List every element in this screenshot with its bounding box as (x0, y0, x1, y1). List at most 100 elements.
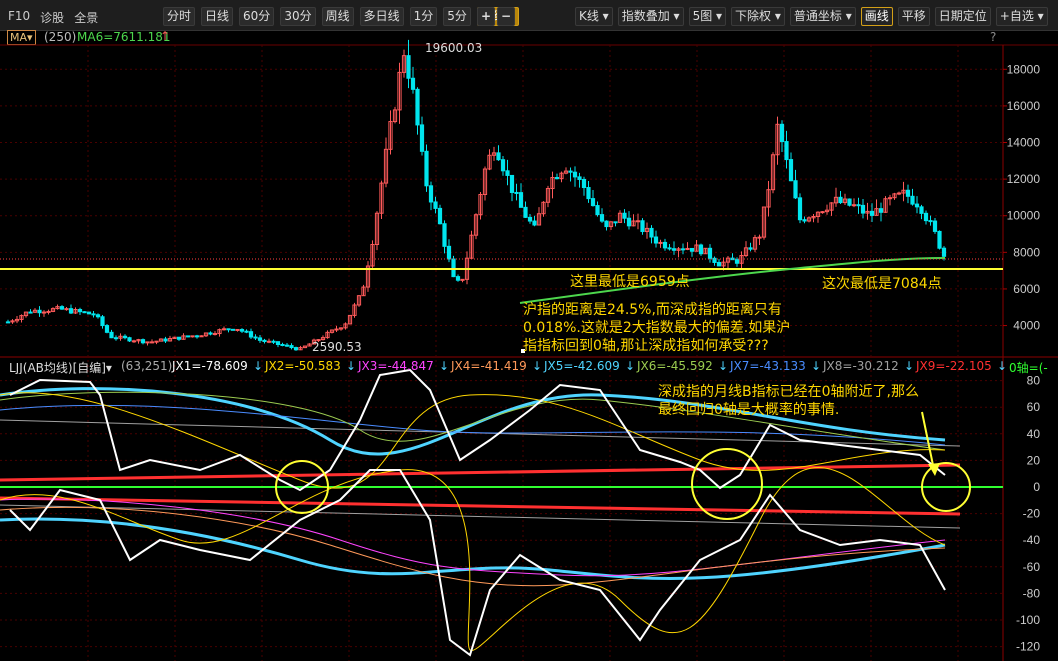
annotation-low-6959: 这里最低是6959点 (570, 274, 690, 290)
candle-body (896, 192, 902, 195)
candle-body (230, 328, 236, 331)
candle-body (523, 206, 528, 218)
indicator-tick-label: 0 (1033, 480, 1040, 494)
candle-body (64, 308, 69, 311)
candle-body (433, 201, 438, 209)
candle-body (406, 55, 411, 79)
candle-body (671, 248, 677, 251)
candle-body (509, 174, 515, 193)
indicator-tick-label: -80 (1023, 586, 1041, 600)
candle-body (284, 344, 290, 347)
candle-body (248, 331, 254, 338)
candle-body (257, 337, 263, 341)
candle-body (253, 336, 258, 339)
candle-body (244, 330, 249, 333)
indicator-tick-label: -60 (1023, 560, 1041, 574)
candle-body (869, 210, 875, 216)
candle-body (838, 196, 843, 204)
down-arrow-icon: ↓ (625, 359, 636, 373)
candle-body (280, 344, 285, 347)
candle-body (662, 241, 668, 249)
candle-body (68, 308, 74, 314)
candle-body (788, 159, 794, 182)
candle-body (28, 311, 33, 314)
down-arrow-icon: ↓ (439, 359, 450, 373)
jx1-lower-line (9, 469, 946, 657)
indicator-value-1: JX1=-78.609 (172, 359, 248, 373)
candle-body (41, 311, 47, 314)
indicator-tick-label: 40 (1027, 427, 1041, 441)
candle-body (455, 276, 461, 281)
down-arrow-icon: ↓ (253, 359, 264, 373)
candle-body (185, 335, 191, 338)
price-tick-label: 6000 (1013, 282, 1040, 296)
candle-body (581, 178, 587, 189)
candle-body (622, 212, 627, 219)
indicator-tick-label: -100 (1016, 613, 1040, 627)
jx8-lower-line (0, 504, 961, 529)
high-price-label: 19600.03 (425, 41, 483, 55)
candle-body (334, 328, 339, 331)
candle-body (797, 197, 803, 221)
candle-body (262, 339, 267, 343)
down-arrow-icon: ↓ (346, 359, 357, 373)
candle-body (496, 152, 501, 161)
candle-body (266, 340, 272, 343)
candle-body (577, 176, 582, 180)
indicator-tick-label: -120 (1016, 640, 1040, 654)
candle-body (635, 220, 641, 223)
indicator-value-4: JX4=-41.419 (451, 359, 527, 373)
candle-body (424, 150, 429, 187)
candle-body (923, 212, 929, 222)
candle-body (793, 180, 798, 199)
candle-body (878, 208, 884, 213)
candle-body (910, 195, 915, 205)
candle-body (86, 311, 92, 315)
candle-body (820, 211, 825, 214)
candle-body (937, 230, 942, 249)
jx2-lower-line (0, 467, 946, 651)
candle-body (104, 325, 110, 333)
indicator-tick-label: 60 (1027, 400, 1041, 414)
candle-body (689, 247, 695, 252)
indicator-value-3: JX3=-44.847 (358, 359, 434, 373)
indicator-name[interactable]: LJJ(AB均线)[自编]▾ (9, 359, 112, 374)
candle-body (131, 340, 137, 343)
candle-body (122, 335, 128, 339)
candle-body (109, 331, 114, 339)
candle-body (599, 214, 605, 222)
candle-body (82, 311, 87, 314)
indicator-tick-label: -40 (1023, 533, 1041, 547)
candle-body (100, 316, 105, 327)
candle-body (208, 332, 213, 335)
candle-body (149, 341, 155, 344)
candle-body (194, 335, 200, 338)
candle-body (649, 227, 654, 238)
candle-body (851, 204, 857, 207)
down-arrow-icon: ↓ (532, 359, 543, 373)
candle-body (698, 244, 704, 255)
candle-body (784, 141, 789, 161)
candle-body (59, 306, 65, 310)
candle-body (658, 241, 663, 244)
candle-body (289, 345, 294, 349)
indicator-params: (63,251) (121, 359, 173, 373)
candle-body (500, 159, 506, 172)
candle-body (293, 347, 299, 351)
candle-body (145, 341, 150, 344)
price-tick-label: 16000 (1007, 99, 1041, 113)
candle-body (590, 198, 596, 207)
candle-body (275, 341, 281, 346)
candle-body (932, 220, 938, 232)
candle-body (154, 340, 159, 343)
candle-body (442, 223, 447, 247)
indicator-tick-label: 20 (1027, 453, 1041, 467)
candle-body (5, 321, 11, 324)
down-arrow-icon: ↓ (718, 359, 729, 373)
candle-body (626, 217, 632, 227)
candle-body (37, 309, 42, 314)
indicator-value-7: JX7=-43.133 (730, 359, 806, 373)
candle-body (140, 339, 146, 344)
candle-body (212, 333, 218, 336)
candle-body (748, 247, 753, 250)
